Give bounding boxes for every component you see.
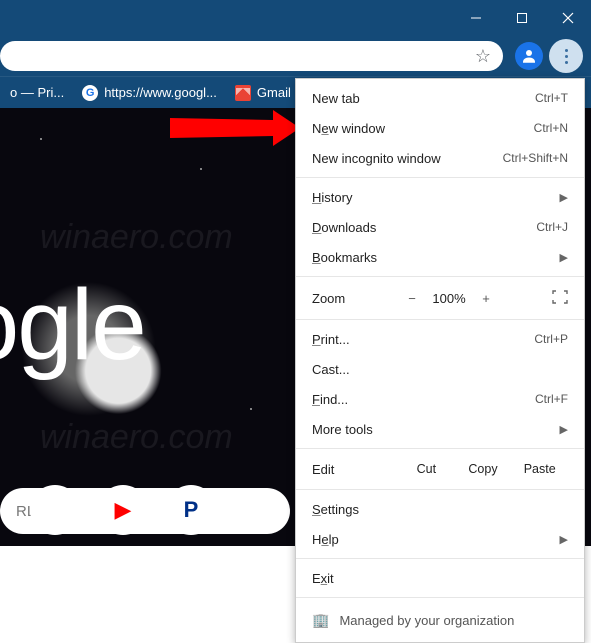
menu-label: New tab (312, 91, 535, 106)
zoom-in-button[interactable]: + (472, 291, 500, 306)
menu-item-more-tools[interactable]: More tools▶ (296, 414, 584, 444)
menu-separator (296, 177, 584, 178)
shortcut-item[interactable] (30, 485, 80, 535)
menu-separator (296, 597, 584, 598)
menu-label: New window (312, 121, 534, 136)
menu-label: Print... (312, 332, 534, 347)
bookmark-item[interactable]: Ghttps://www.googl... (82, 85, 217, 101)
gmail-icon (235, 85, 251, 101)
google-logo: oogle (0, 268, 145, 383)
menu-item-find[interactable]: Find...Ctrl+F (296, 384, 584, 414)
watermark: winaero.com (40, 418, 233, 457)
menu-label: Exit (312, 571, 568, 586)
menu-label: Settings (312, 502, 568, 517)
menu-item-cast[interactable]: Cast... (296, 354, 584, 384)
bookmark-star-icon[interactable]: ☆ (475, 46, 491, 67)
menu-item-bookmarks[interactable]: Bookmarks▶ (296, 242, 584, 272)
menu-item-exit[interactable]: Exit (296, 563, 584, 593)
menu-label: Find... (312, 392, 535, 407)
chrome-menu: New tabCtrl+T New windowCtrl+N New incog… (295, 78, 585, 643)
menu-label: History (312, 190, 560, 205)
menu-shortcut: Ctrl+T (535, 91, 568, 105)
watermark: winaero.com (40, 218, 233, 257)
menu-item-downloads[interactable]: DownloadsCtrl+J (296, 212, 584, 242)
menu-label: Edit (312, 462, 398, 477)
google-icon: G (82, 85, 98, 101)
window-minimize-button[interactable] (453, 0, 499, 36)
menu-item-edit: Edit Cut Copy Paste (296, 453, 584, 485)
bookmark-item[interactable]: Gmail (235, 85, 291, 101)
menu-item-incognito[interactable]: New incognito windowCtrl+Shift+N (296, 143, 584, 173)
shortcut-paypal[interactable]: P (166, 485, 216, 535)
menu-shortcut: Ctrl+F (535, 392, 568, 406)
toolbar: ☆ (0, 36, 591, 76)
menu-separator (296, 276, 584, 277)
bookmark-label: https://www.googl... (104, 85, 217, 100)
shortcut-youtube[interactable]: ▶ (98, 485, 148, 535)
window-maximize-button[interactable] (499, 0, 545, 36)
menu-item-help[interactable]: Help▶ (296, 524, 584, 554)
fullscreen-icon[interactable] (552, 290, 568, 307)
menu-separator (296, 489, 584, 490)
menu-item-managed[interactable]: 🏢 Managed by your organization (296, 602, 584, 638)
address-bar[interactable]: ☆ (0, 41, 503, 71)
vertical-dots-icon (565, 49, 568, 64)
menu-label: Help (312, 532, 560, 547)
menu-shortcut: Ctrl+P (534, 332, 568, 346)
chrome-menu-button[interactable] (549, 39, 583, 73)
shortcuts-row: ▶ P (0, 474, 216, 546)
window-close-button[interactable] (545, 0, 591, 36)
menu-item-history[interactable]: History▶ (296, 182, 584, 212)
bookmark-label: Gmail (257, 85, 291, 100)
chevron-right-icon: ▶ (560, 533, 568, 546)
menu-item-zoom: Zoom − 100% + (296, 281, 584, 315)
menu-shortcut: Ctrl+J (536, 220, 568, 234)
profile-avatar-button[interactable] (515, 42, 543, 70)
menu-label: More tools (312, 422, 560, 437)
edit-copy-button[interactable]: Copy (455, 462, 512, 476)
menu-label: Cast... (312, 362, 568, 377)
person-icon (520, 47, 538, 65)
menu-separator (296, 319, 584, 320)
menu-item-new-tab[interactable]: New tabCtrl+T (296, 83, 584, 113)
window-titlebar (0, 0, 591, 36)
menu-shortcut: Ctrl+Shift+N (503, 151, 568, 165)
edit-cut-button[interactable]: Cut (398, 462, 455, 476)
bookmark-item[interactable]: o — Pri... (10, 85, 64, 100)
chevron-right-icon: ▶ (560, 191, 568, 204)
menu-item-print[interactable]: Print...Ctrl+P (296, 324, 584, 354)
menu-item-settings[interactable]: Settings (296, 494, 584, 524)
building-icon: 🏢 (312, 612, 329, 629)
zoom-out-button[interactable]: − (398, 291, 426, 306)
chevron-right-icon: ▶ (560, 423, 568, 436)
menu-shortcut: Ctrl+N (534, 121, 568, 135)
menu-separator (296, 448, 584, 449)
menu-label: Zoom (312, 291, 398, 306)
menu-item-new-window[interactable]: New windowCtrl+N (296, 113, 584, 143)
zoom-level: 100% (426, 291, 472, 306)
bookmark-label: o — Pri... (10, 85, 64, 100)
chevron-right-icon: ▶ (560, 251, 568, 264)
menu-label: Managed by your organization (339, 613, 514, 628)
menu-label: Downloads (312, 220, 536, 235)
menu-label: Bookmarks (312, 250, 560, 265)
edit-paste-button[interactable]: Paste (511, 462, 568, 476)
menu-separator (296, 558, 584, 559)
menu-label: New incognito window (312, 151, 503, 166)
